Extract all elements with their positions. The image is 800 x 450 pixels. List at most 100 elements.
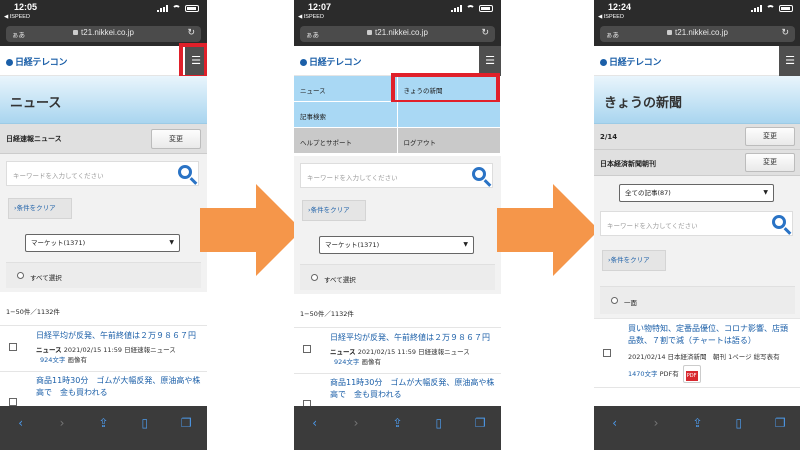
tabs-icon[interactable]: ❐ [176, 416, 196, 430]
url-text: t21.nikkei.co.jp [375, 28, 428, 37]
bookmarks-icon[interactable]: ▯ [429, 416, 449, 430]
menu-item-article-search[interactable]: 記事検索 [294, 102, 398, 127]
address-field[interactable]: ぁあ t21.nikkei.co.jp ↻ [600, 26, 795, 42]
safari-url-bar: ぁあ t21.nikkei.co.jp ↻ [594, 24, 800, 46]
back-icon[interactable]: ‹ [305, 416, 325, 430]
url-text: t21.nikkei.co.jp [81, 28, 134, 37]
address-field[interactable]: ぁあ t21.nikkei.co.jp ↻ [300, 26, 495, 42]
status-icons [451, 5, 493, 12]
back-icon[interactable]: ‹ [11, 416, 31, 430]
search-icon[interactable] [472, 167, 486, 181]
search-placeholder: キーワードを入力してください [607, 222, 698, 230]
category-select[interactable]: マーケット(1371) ▼ [25, 234, 180, 252]
url-text: t21.nikkei.co.jp [675, 28, 728, 37]
page-title-bar: ニュース [0, 76, 207, 124]
source-row: 日経速報ニュース 変更 [0, 124, 207, 154]
menu-item-news[interactable]: ニュース [294, 76, 398, 101]
article-title[interactable]: 商品11時30分 ゴムが大幅反発、原油高や株高で 金も買われる [36, 375, 201, 399]
site-header: 日経テレコン ☰ [594, 46, 800, 76]
article-title[interactable]: 日経平均が反発、午前終値は２万９８６７円 [330, 332, 495, 344]
back-to-app[interactable]: ◀ ISPEED [4, 14, 30, 20]
clear-conditions-button[interactable]: ›条件をクリア [602, 250, 666, 271]
result-count: 1−50件／1132件 [0, 292, 207, 326]
article-checkbox[interactable] [9, 398, 17, 406]
battery-icon [779, 5, 793, 12]
article-title[interactable]: 商品11時30分 ゴムが大幅反発、原油高や株高で 金も買われる [330, 377, 495, 401]
keyword-search-input[interactable]: キーワードを入力してください [300, 163, 493, 188]
status-time: 12:05 [14, 2, 38, 12]
keyword-search-input[interactable]: キーワードを入力してください [6, 161, 199, 186]
back-icon[interactable]: ‹ [605, 416, 625, 430]
article-checkbox[interactable] [303, 345, 311, 353]
page-title: ニュース [10, 95, 62, 110]
article-filter-select[interactable]: 全ての記事(87) ▼ [619, 184, 774, 202]
tabs-icon[interactable]: ❐ [470, 416, 490, 430]
clear-area: ›条件をクリア [294, 196, 501, 230]
lock-icon [73, 30, 79, 36]
nikkei-telecom-logo[interactable]: 日経テレコン [6, 55, 68, 68]
share-icon[interactable]: ⇪ [687, 416, 707, 430]
hamburger-icon: ☰ [785, 54, 795, 67]
phone-screen-news: 12:05 ◀ ISPEED ぁあ t21.nikkei.co.jp ↻ 日経テ… [0, 0, 207, 450]
signal-icon [451, 5, 462, 12]
safari-url-bar: ぁあ t21.nikkei.co.jp ↻ [0, 24, 207, 46]
hamburger-menu-button[interactable]: ☰ [779, 46, 800, 76]
article-checkbox[interactable] [603, 349, 611, 357]
lock-icon [367, 30, 373, 36]
back-to-app[interactable]: ◀ ISPEED [598, 14, 624, 20]
section-label: 一面 [624, 299, 637, 307]
article-row[interactable]: 買い物特知、定番品優位、コロナ影響、店頭品数、７割で減（チャートは語る） 202… [594, 318, 800, 388]
reload-icon[interactable]: ↻ [187, 27, 195, 38]
highlight-box-todays-paper [391, 73, 500, 104]
nikkei-telecom-logo[interactable]: 日経テレコン [600, 55, 662, 68]
safari-toolbar: ‹ › ⇪ ▯ ❐ [0, 406, 207, 450]
article-checkbox[interactable] [9, 343, 17, 351]
category-select[interactable]: マーケット(1371) ▼ [319, 236, 474, 254]
clear-conditions-button[interactable]: ›条件をクリア [302, 200, 366, 221]
dropdown-caret-icon: ▼ [169, 239, 174, 246]
change-page-button[interactable]: 変更 [745, 127, 795, 146]
reload-icon[interactable]: ↻ [781, 27, 789, 38]
select-all-radio[interactable] [17, 272, 24, 279]
menu-item-logout[interactable]: ログアウト [397, 128, 501, 153]
status-bar: 12:07 ◀ ISPEED [294, 0, 501, 24]
select-all-row: すべて選択 [294, 264, 501, 294]
article-row[interactable]: 日経平均が反発、午前終値は２万９８６７円 ニュース 2021/02/15 11:… [294, 328, 501, 374]
forward-icon[interactable]: › [346, 416, 366, 430]
tabs-icon[interactable]: ❐ [770, 416, 790, 430]
search-icon[interactable] [178, 165, 192, 179]
select-all-radio[interactable] [311, 274, 318, 281]
hamburger-menu-button[interactable]: ☰ [479, 46, 501, 76]
nikkei-telecom-logo[interactable]: 日経テレコン [300, 55, 362, 68]
lock-icon [667, 30, 673, 36]
category-select-area: マーケット(1371) ▼ [294, 230, 501, 264]
clear-conditions-button[interactable]: ›条件をクリア [8, 198, 72, 219]
bookmarks-icon[interactable]: ▯ [135, 416, 155, 430]
bookmarks-icon[interactable]: ▯ [729, 416, 749, 430]
back-to-app[interactable]: ◀ ISPEED [298, 14, 324, 20]
share-icon[interactable]: ⇪ [93, 416, 113, 430]
keyword-search-input[interactable]: キーワードを入力してください [600, 211, 793, 236]
change-source-button[interactable]: 変更 [151, 129, 201, 149]
status-icons [157, 5, 199, 12]
wifi-icon [466, 5, 475, 12]
page-number-row: 2/14 変更 [594, 124, 800, 150]
address-field[interactable]: ぁあ t21.nikkei.co.jp ↻ [6, 26, 201, 42]
category-select-area: マーケット(1371) ▼ [0, 228, 207, 262]
change-paper-button[interactable]: 変更 [745, 153, 795, 172]
wifi-icon [172, 5, 181, 12]
section-radio[interactable] [611, 297, 618, 304]
reload-icon[interactable]: ↻ [481, 27, 489, 38]
article-meta: 2021/02/14 日本経済新聞 朝刊 1ページ 総写表有 [628, 353, 780, 361]
safari-toolbar: ‹ › ⇪ ▯ ❐ [294, 406, 501, 450]
article-title[interactable]: 買い物特知、定番品優位、コロナ影響、店頭品数、７割で減（チャートは語る） [628, 323, 795, 347]
search-icon[interactable] [772, 215, 786, 229]
article-title[interactable]: 日経平均が反発、午前終値は２万９８６７円 [36, 330, 201, 342]
search-area: キーワードを入力してください [0, 154, 207, 194]
forward-icon[interactable]: › [646, 416, 666, 430]
pdf-icon[interactable] [682, 365, 701, 383]
forward-icon[interactable]: › [52, 416, 72, 430]
article-row[interactable]: 日経平均が反発、午前終値は２万９８６７円 ニュース 2021/02/15 11:… [0, 326, 207, 372]
share-icon[interactable]: ⇪ [387, 416, 407, 430]
menu-item-help[interactable]: ヘルプとサポート [294, 128, 398, 153]
